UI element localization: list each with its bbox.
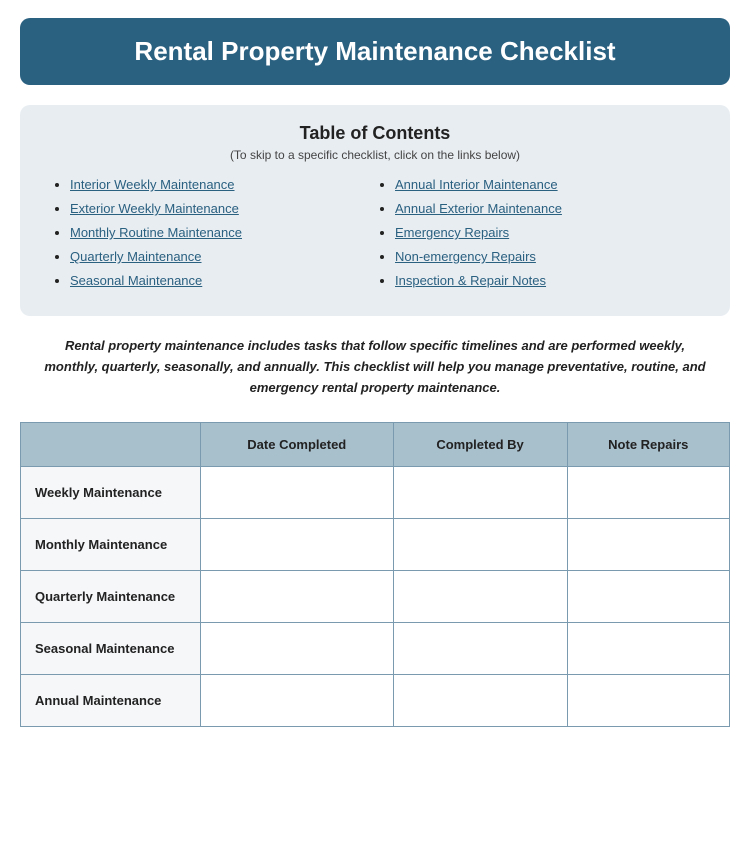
table-row: Monthly Maintenance bbox=[21, 519, 730, 571]
description-text: Rental property maintenance includes tas… bbox=[40, 336, 710, 398]
row-notes-monthly[interactable] bbox=[567, 519, 729, 571]
list-item[interactable]: Monthly Routine Maintenance bbox=[70, 224, 375, 242]
toc-title: Table of Contents bbox=[50, 123, 700, 144]
toc-link-inspection[interactable]: Inspection & Repair Notes bbox=[395, 273, 546, 288]
list-item[interactable]: Annual Exterior Maintenance bbox=[395, 200, 700, 218]
toc-link-monthly[interactable]: Monthly Routine Maintenance bbox=[70, 225, 242, 240]
row-label-quarterly: Quarterly Maintenance bbox=[21, 571, 201, 623]
list-item[interactable]: Quarterly Maintenance bbox=[70, 248, 375, 266]
toc-right-col: Annual Interior Maintenance Annual Exter… bbox=[375, 176, 700, 296]
list-item[interactable]: Non-emergency Repairs bbox=[395, 248, 700, 266]
toc-container: Table of Contents (To skip to a specific… bbox=[20, 105, 730, 316]
toc-left-col: Interior Weekly Maintenance Exterior Wee… bbox=[50, 176, 375, 296]
row-completed-annual[interactable] bbox=[393, 675, 567, 727]
list-item[interactable]: Exterior Weekly Maintenance bbox=[70, 200, 375, 218]
row-label-annual: Annual Maintenance bbox=[21, 675, 201, 727]
row-label-weekly: Weekly Maintenance bbox=[21, 467, 201, 519]
row-date-weekly[interactable] bbox=[201, 467, 394, 519]
toc-columns: Interior Weekly Maintenance Exterior Wee… bbox=[50, 176, 700, 296]
table-row: Quarterly Maintenance bbox=[21, 571, 730, 623]
col-header-completed-by: Completed By bbox=[393, 423, 567, 467]
toc-link-seasonal[interactable]: Seasonal Maintenance bbox=[70, 273, 202, 288]
col-header-empty bbox=[21, 423, 201, 467]
list-item[interactable]: Inspection & Repair Notes bbox=[395, 272, 700, 290]
maintenance-table: Date Completed Completed By Note Repairs… bbox=[20, 422, 730, 727]
col-header-notes: Note Repairs bbox=[567, 423, 729, 467]
row-date-monthly[interactable] bbox=[201, 519, 394, 571]
page-title: Rental Property Maintenance Checklist bbox=[40, 36, 710, 67]
table-row: Weekly Maintenance bbox=[21, 467, 730, 519]
row-label-seasonal: Seasonal Maintenance bbox=[21, 623, 201, 675]
toc-subtitle: (To skip to a specific checklist, click … bbox=[50, 148, 700, 162]
toc-link-quarterly[interactable]: Quarterly Maintenance bbox=[70, 249, 202, 264]
toc-link-annual-exterior[interactable]: Annual Exterior Maintenance bbox=[395, 201, 562, 216]
list-item[interactable]: Emergency Repairs bbox=[395, 224, 700, 242]
list-item[interactable]: Interior Weekly Maintenance bbox=[70, 176, 375, 194]
row-date-seasonal[interactable] bbox=[201, 623, 394, 675]
toc-link-annual-interior[interactable]: Annual Interior Maintenance bbox=[395, 177, 558, 192]
maintenance-table-section: Date Completed Completed By Note Repairs… bbox=[20, 422, 730, 727]
row-completed-seasonal[interactable] bbox=[393, 623, 567, 675]
table-row: Annual Maintenance bbox=[21, 675, 730, 727]
row-completed-quarterly[interactable] bbox=[393, 571, 567, 623]
row-date-quarterly[interactable] bbox=[201, 571, 394, 623]
row-notes-annual[interactable] bbox=[567, 675, 729, 727]
row-notes-seasonal[interactable] bbox=[567, 623, 729, 675]
row-notes-quarterly[interactable] bbox=[567, 571, 729, 623]
toc-link-interior-weekly[interactable]: Interior Weekly Maintenance bbox=[70, 177, 235, 192]
row-label-monthly: Monthly Maintenance bbox=[21, 519, 201, 571]
row-completed-weekly[interactable] bbox=[393, 467, 567, 519]
row-completed-monthly[interactable] bbox=[393, 519, 567, 571]
row-date-annual[interactable] bbox=[201, 675, 394, 727]
table-row: Seasonal Maintenance bbox=[21, 623, 730, 675]
col-header-date: Date Completed bbox=[201, 423, 394, 467]
toc-link-exterior-weekly[interactable]: Exterior Weekly Maintenance bbox=[70, 201, 239, 216]
header-banner: Rental Property Maintenance Checklist bbox=[20, 18, 730, 85]
list-item[interactable]: Seasonal Maintenance bbox=[70, 272, 375, 290]
toc-link-emergency[interactable]: Emergency Repairs bbox=[395, 225, 509, 240]
row-notes-weekly[interactable] bbox=[567, 467, 729, 519]
table-header-row: Date Completed Completed By Note Repairs bbox=[21, 423, 730, 467]
toc-link-non-emergency[interactable]: Non-emergency Repairs bbox=[395, 249, 536, 264]
list-item[interactable]: Annual Interior Maintenance bbox=[395, 176, 700, 194]
